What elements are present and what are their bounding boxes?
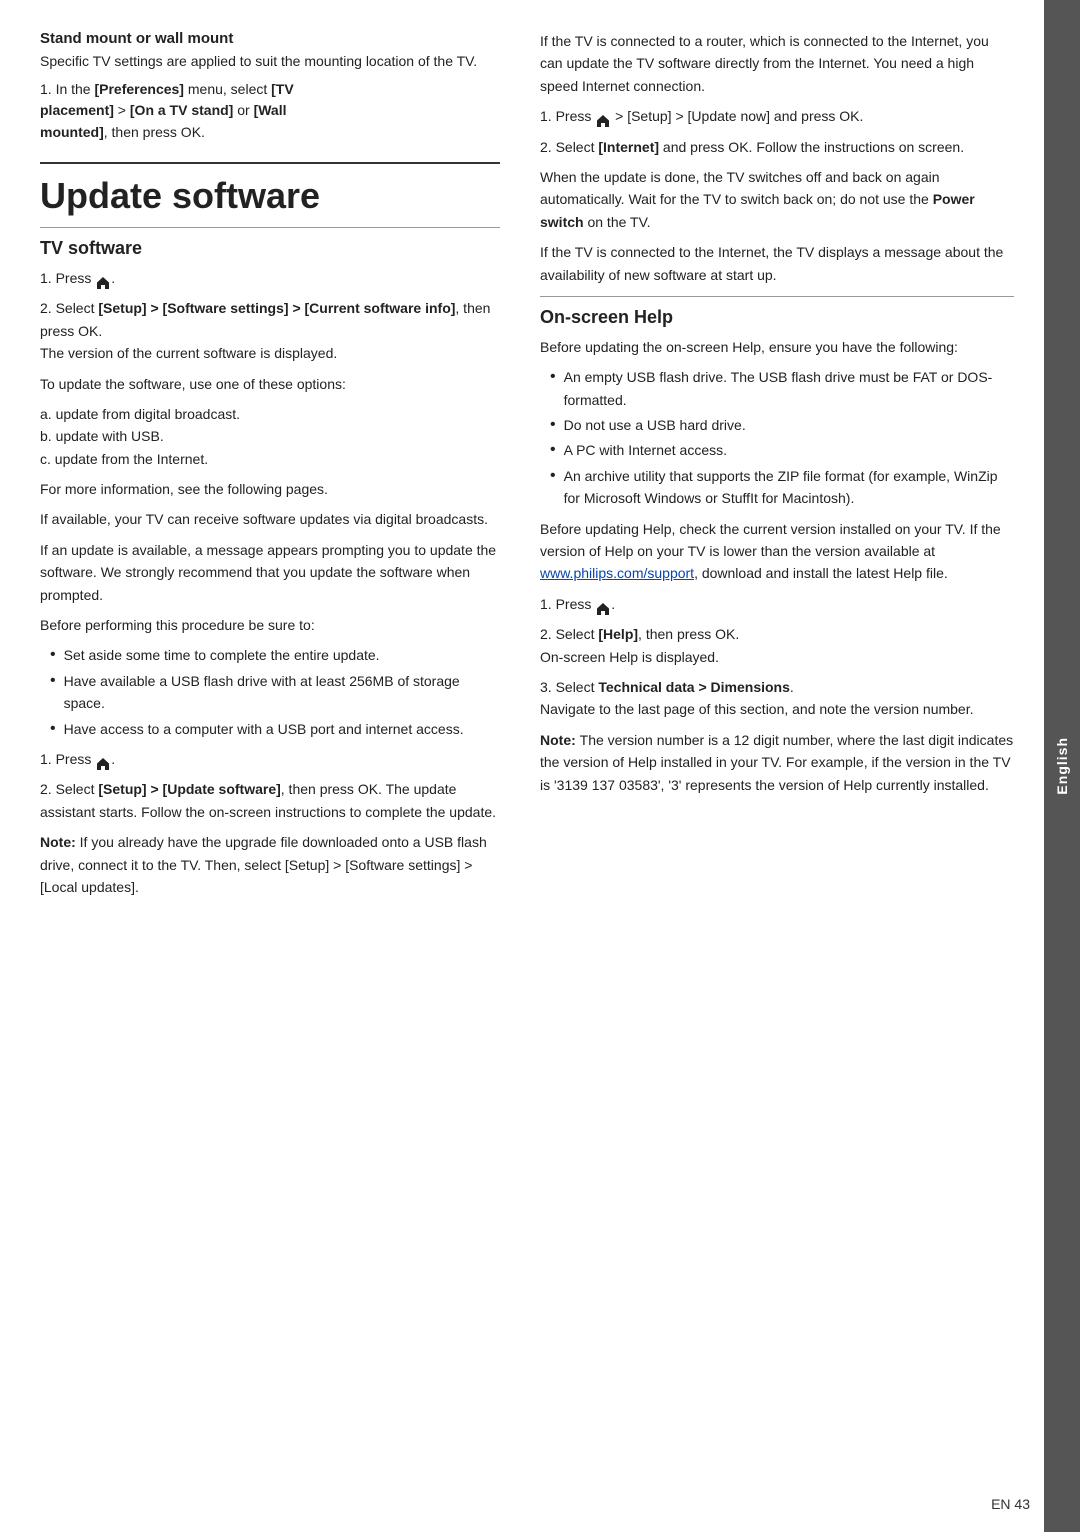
philips-link[interactable]: www.philips.com/support [540, 565, 694, 581]
home-icon-2 [96, 754, 110, 767]
main-divider [40, 162, 500, 164]
stand-mount-title: Stand mount or wall mount [40, 30, 500, 47]
right-column: If the TV is connected to a router, whic… [530, 30, 1014, 1482]
tv-step2: 2. Select [Setup] > [Software settings] … [40, 297, 500, 364]
help-note: Note: The version number is a 12 digit n… [540, 729, 1014, 796]
language-tab: English [1044, 0, 1080, 1532]
left-column: Stand mount or wall mount Specific TV se… [40, 30, 500, 1482]
help-step3: 3. Select Technical data > Dimensions. N… [540, 676, 1014, 721]
digital-broadcast: If available, your TV can receive softwa… [40, 508, 500, 530]
help-step2: 2. Select [Help], then press OK. On-scre… [540, 623, 1014, 668]
usb-step2: 2. Select [Setup] > [Update software], t… [40, 778, 500, 823]
on-screen-help-title: On-screen Help [540, 307, 1014, 328]
help-check-text: Before updating Help, check the current … [540, 518, 1014, 585]
before-procedure: Before performing this procedure be sure… [40, 614, 500, 636]
before-list-item-2: Have available a USB flash drive with at… [50, 670, 500, 715]
update-intro: To update the software, use one of these… [40, 373, 500, 395]
help-req-4: An archive utility that supports the ZIP… [550, 465, 1014, 510]
internet-update-section: If the TV is connected to a router, whic… [540, 30, 1014, 286]
before-list: Set aside some time to complete the enti… [40, 644, 500, 740]
home-icon-1 [96, 273, 110, 286]
language-label: English [1054, 737, 1070, 795]
update-options: a. update from digital broadcast. b. upd… [40, 403, 500, 470]
help-before-text: Before updating the on-screen Help, ensu… [540, 336, 1014, 358]
usb-note: Note: If you already have the upgrade fi… [40, 831, 500, 898]
stand-mount-section: Stand mount or wall mount Specific TV se… [40, 30, 500, 144]
help-req-1: An empty USB flash drive. The USB flash … [550, 366, 1014, 411]
after-update: When the update is done, the TV switches… [540, 166, 1014, 233]
on-screen-help-section: On-screen Help Before updating the on-sc… [540, 307, 1014, 796]
stand-mount-body1: Specific TV settings are applied to suit… [40, 51, 500, 73]
tv-step1: 1. Press . [40, 267, 500, 289]
internet-step1: 1. Press > [Setup] > [Update now] and pr… [540, 105, 1014, 127]
before-list-item-3: Have access to a computer with a USB por… [50, 718, 500, 740]
tv-software-divider [40, 227, 500, 228]
usb-step1: 1. Press . [40, 748, 500, 770]
internet-step2: 2. Select [Internet] and press OK. Follo… [540, 136, 1014, 158]
on-screen-help-divider [540, 296, 1014, 297]
tv-software-title: TV software [40, 238, 500, 259]
page-number: EN 43 [991, 1496, 1030, 1512]
help-req-2: Do not use a USB hard drive. [550, 414, 1014, 436]
update-software-heading: Update software [40, 174, 500, 217]
help-step1: 1. Press . [540, 593, 1014, 615]
help-requirements-list: An empty USB flash drive. The USB flash … [540, 366, 1014, 509]
stand-mount-body2: 1. In the [Preferences] menu, select [TV… [40, 79, 500, 144]
internet-intro: If the TV is connected to a router, whic… [540, 30, 1014, 97]
help-req-3: A PC with Internet access. [550, 439, 1014, 461]
connected-message: If the TV is connected to the Internet, … [540, 241, 1014, 286]
before-list-item-1: Set aside some time to complete the enti… [50, 644, 500, 666]
tv-software-section: TV software 1. Press . 2. Select [Setup]… [40, 238, 500, 898]
home-icon-3 [596, 111, 610, 124]
more-info: For more information, see the following … [40, 478, 500, 500]
home-icon-4 [596, 599, 610, 612]
message-text: If an update is available, a message app… [40, 539, 500, 606]
